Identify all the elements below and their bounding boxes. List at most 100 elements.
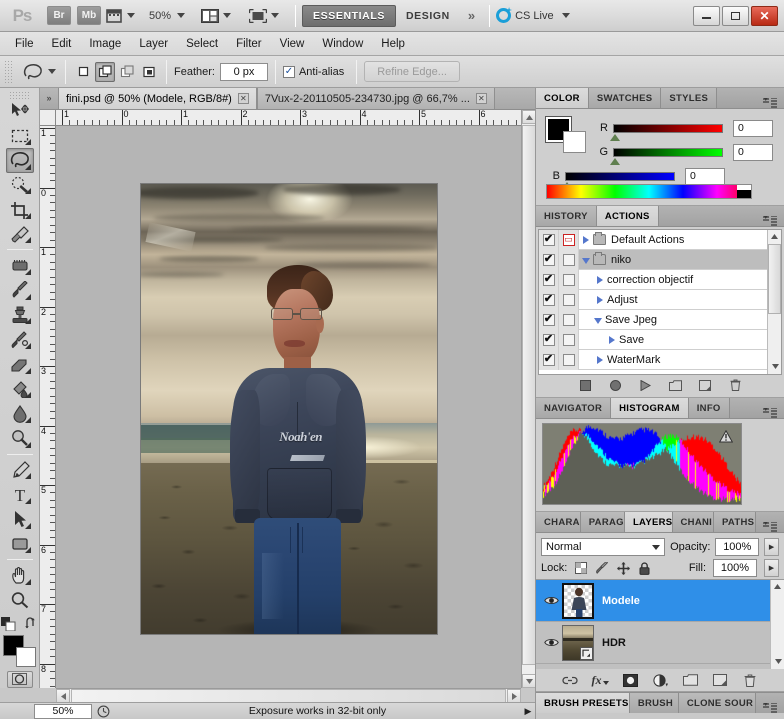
layer-thumbnail[interactable]	[562, 624, 594, 661]
channel-g-slider[interactable]	[610, 147, 723, 165]
new-selection-button[interactable]	[73, 62, 93, 82]
menu-select[interactable]: Select	[177, 35, 227, 53]
action-dialog-toggle[interactable]	[559, 289, 579, 310]
actions-panel-menu-icon[interactable]	[756, 216, 784, 226]
menu-edit[interactable]: Edit	[43, 35, 81, 53]
path-selection-tool[interactable]	[6, 507, 34, 532]
zoom-tool[interactable]	[6, 588, 34, 613]
fill-input[interactable]: 100%	[713, 559, 757, 577]
delete-button[interactable]	[728, 379, 742, 392]
horizontal-scroll-thumb[interactable]	[71, 689, 506, 703]
channel-g-value[interactable]: 0	[733, 143, 773, 161]
lock-transparent-pixels-icon[interactable]	[574, 561, 588, 575]
actions-scrollbar[interactable]	[767, 230, 781, 374]
feather-input[interactable]: 0 px	[219, 62, 268, 81]
scroll-down-arrow-icon[interactable]	[522, 674, 536, 688]
screen-mode-button[interactable]	[247, 5, 281, 27]
options-bar-grip[interactable]	[4, 59, 12, 84]
status-zoom-field[interactable]: 50%	[34, 703, 92, 719]
tab-actions[interactable]: ACTIONS	[596, 206, 659, 226]
delete-layer-button[interactable]	[742, 673, 758, 688]
type-tool[interactable]: T	[6, 482, 34, 507]
action-dialog-toggle[interactable]	[559, 329, 579, 350]
rectangular-marquee-tool[interactable]	[6, 123, 34, 148]
workspace-tab-essentials[interactable]: ESSENTIALS	[302, 4, 396, 27]
ruler-origin-corner[interactable]	[40, 110, 56, 126]
black-swatch[interactable]	[737, 190, 751, 198]
background-color-swatch[interactable]	[15, 646, 36, 667]
refine-edge-button[interactable]: Refine Edge...	[364, 61, 460, 82]
lasso-tool[interactable]	[5, 147, 34, 173]
menu-layer[interactable]: Layer	[130, 35, 177, 53]
view-extras-button[interactable]	[104, 5, 137, 27]
document-tab-7vux-jpg[interactable]: 7Vux-2-20110505-234730.jpg @ 66,7% ... ✕	[256, 88, 495, 109]
adjustment-layer-button[interactable]	[652, 673, 668, 688]
collapse-arrow-icon[interactable]	[594, 317, 602, 324]
brush-dock-menu-icon[interactable]	[756, 703, 784, 713]
workspace-tab-design[interactable]: DESIGN	[396, 5, 460, 27]
actions-row[interactable]: ✔ Save Jpeg	[539, 309, 781, 330]
action-dialog-toggle[interactable]	[559, 269, 579, 290]
actions-row[interactable]: ✔ WaterMark	[539, 349, 781, 370]
expand-arrow-icon[interactable]	[597, 295, 603, 304]
crop-tool[interactable]	[6, 197, 34, 222]
lock-all-icon[interactable]	[637, 561, 651, 575]
layer-style-button[interactable]: fx	[592, 673, 609, 688]
canvas-horizontal-scrollbar[interactable]	[56, 688, 521, 703]
actions-scroll-down-icon[interactable]	[768, 360, 781, 372]
opacity-input[interactable]: 100%	[715, 537, 760, 556]
color-panel-menu-icon[interactable]	[756, 98, 784, 108]
layer-mask-button[interactable]	[622, 673, 638, 688]
arrange-documents-button[interactable]	[199, 5, 233, 27]
new-layer-button[interactable]	[712, 673, 728, 688]
actions-scroll-up-icon[interactable]	[768, 230, 781, 242]
action-toggle-checkbox[interactable]: ✔	[539, 289, 559, 310]
channel-r-value[interactable]: 0	[733, 119, 773, 137]
action-dialog-toggle[interactable]	[559, 309, 579, 330]
color-swatches[interactable]	[2, 634, 37, 667]
horizontal-ruler[interactable]: 10123456	[56, 110, 521, 126]
action-toggle-checkbox[interactable]: ✔	[539, 309, 559, 330]
layers-panel-menu-icon[interactable]	[756, 522, 784, 532]
stop-button[interactable]	[578, 379, 592, 392]
rectangle-tool[interactable]	[6, 532, 34, 557]
expand-arrow-icon[interactable]	[597, 355, 603, 364]
blur-tool[interactable]	[6, 401, 34, 426]
hand-tool[interactable]	[6, 563, 34, 588]
quick-selection-tool[interactable]	[6, 173, 34, 198]
brush-tool[interactable]	[6, 278, 34, 303]
dodge-tool[interactable]	[6, 426, 34, 451]
canvas-area[interactable]: Noah'en	[56, 126, 521, 688]
action-toggle-checkbox[interactable]: ✔	[539, 349, 559, 370]
tab-brush[interactable]: BRUSH	[629, 693, 679, 713]
document-info-icon[interactable]	[92, 704, 114, 719]
new-action-button[interactable]	[698, 379, 712, 392]
actions-row[interactable]: ✔ ▭ Default Actions	[539, 230, 781, 250]
action-dialog-toggle[interactable]	[559, 249, 579, 270]
tab-clone-source[interactable]: CLONE SOUR	[678, 693, 756, 713]
vertical-ruler[interactable]: 1012345678	[40, 126, 56, 688]
tab-histogram[interactable]: HISTOGRAM	[611, 398, 689, 418]
expand-panels-icon[interactable]: »	[40, 87, 58, 109]
tab-channels[interactable]: CHANI	[672, 512, 714, 532]
workspace-more-chevron-icon[interactable]: »	[460, 8, 483, 23]
minimize-button[interactable]	[693, 5, 720, 26]
close-document-icon[interactable]: ✕	[475, 93, 487, 104]
channel-r-thumb[interactable]	[610, 133, 620, 141]
lasso-tool-icon[interactable]	[20, 61, 58, 83]
actions-row[interactable]: ✔ Adjust	[539, 289, 781, 310]
layers-list[interactable]: Modele HDR	[536, 579, 784, 669]
color-background-swatch[interactable]	[563, 131, 586, 153]
link-layers-button[interactable]	[562, 673, 578, 688]
action-dialog-toggle[interactable]: ▭	[559, 230, 579, 250]
action-toggle-checkbox[interactable]: ✔	[539, 269, 559, 290]
opacity-stepper[interactable]: ▶	[764, 537, 779, 556]
actions-scroll-thumb[interactable]	[768, 244, 781, 314]
actions-row[interactable]: ✔ correction objectif	[539, 269, 781, 290]
tab-layers[interactable]: LAYERS	[624, 512, 673, 532]
tab-character[interactable]: CHARA	[536, 512, 581, 532]
channel-b-value[interactable]: 0	[685, 167, 725, 185]
layer-item-modele[interactable]: Modele	[536, 580, 784, 622]
collapse-arrow-icon[interactable]	[582, 257, 590, 264]
clone-stamp-tool[interactable]	[6, 303, 34, 328]
